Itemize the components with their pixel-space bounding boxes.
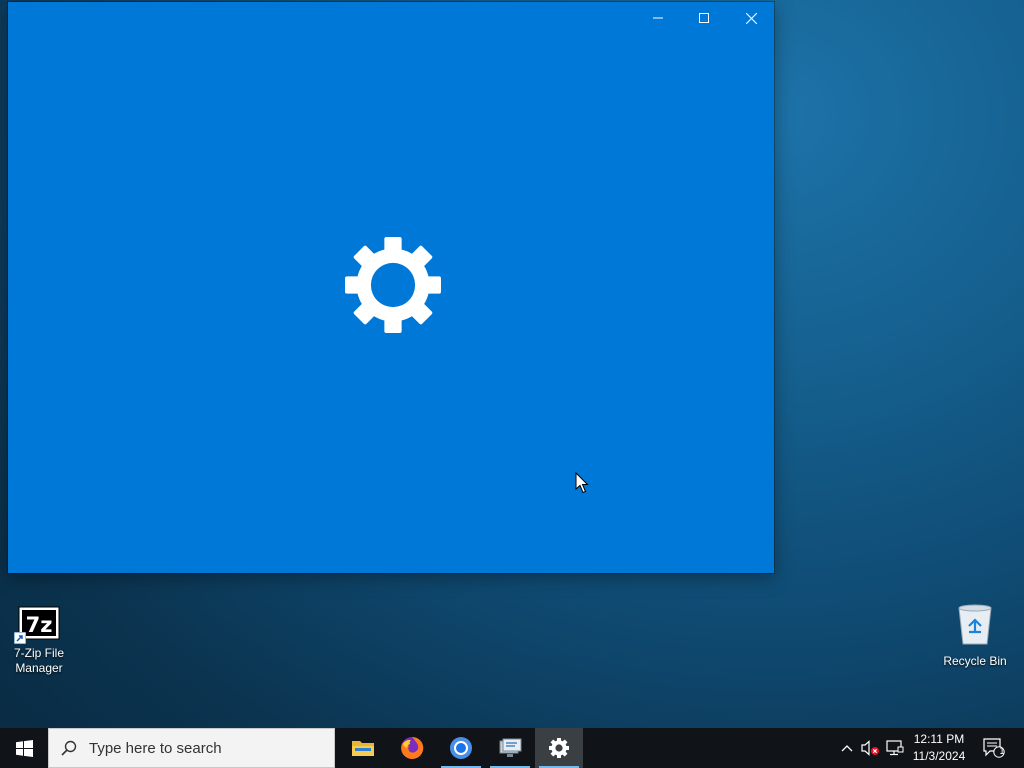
action-center-button[interactable]: 1	[980, 728, 1008, 768]
chevron-up-icon	[841, 745, 853, 752]
desktop-icon-label: 7-Zip File	[13, 646, 64, 660]
firefox-icon	[401, 736, 424, 759]
clock-time: 12:11 PM	[913, 732, 965, 746]
search-icon	[61, 740, 77, 756]
recycle-bin-icon	[958, 604, 992, 645]
taskbar-search-box[interactable]	[48, 728, 335, 768]
taskbar-app-chrome[interactable]	[437, 728, 485, 768]
close-icon	[745, 12, 757, 24]
taskbar: 12:11 PM 11/3/2024 1	[0, 728, 1024, 768]
file-explorer-icon	[352, 741, 374, 756]
shortcut-arrow-icon	[14, 632, 26, 644]
taskbar-app-network-drive[interactable]	[486, 728, 534, 768]
maximize-icon	[699, 13, 709, 23]
notification-count-badge: 1	[999, 747, 1005, 757]
minimize-icon	[653, 17, 663, 19]
clock-date: 11/3/2024	[912, 749, 966, 763]
minimize-button[interactable]	[635, 2, 681, 34]
svg-text:7z: 7z	[26, 613, 53, 637]
taskbar-clock[interactable]: 12:11 PM 11/3/2024	[905, 731, 973, 765]
mouse-cursor-icon	[575, 472, 589, 494]
taskbar-app-firefox[interactable]	[388, 728, 436, 768]
desktop-icon-label: Manager	[15, 661, 63, 675]
close-button[interactable]	[728, 2, 774, 34]
start-button[interactable]	[0, 728, 48, 768]
settings-window[interactable]	[8, 2, 774, 573]
search-input[interactable]	[87, 738, 321, 758]
desktop-icon-7zip[interactable]: 7z 7-Zip File Manager	[4, 606, 74, 676]
taskbar-app-file-explorer[interactable]	[339, 728, 387, 768]
maximize-button[interactable]	[681, 2, 727, 34]
volume-button[interactable]	[859, 728, 881, 768]
gear-icon	[345, 237, 441, 333]
gear-icon	[549, 738, 569, 758]
network-icon	[886, 740, 904, 756]
show-hidden-icons-button[interactable]	[838, 728, 856, 768]
desktop-icon-recycle-bin[interactable]: Recycle Bin	[940, 602, 1010, 669]
chrome-icon	[450, 737, 472, 759]
network-icon	[499, 738, 522, 757]
taskbar-app-settings[interactable]	[535, 728, 583, 768]
volume-muted-icon	[861, 740, 879, 756]
desktop-icon-label: Recycle Bin	[943, 654, 1007, 668]
network-status-button[interactable]	[884, 728, 906, 768]
windows-logo-icon	[15, 739, 33, 757]
